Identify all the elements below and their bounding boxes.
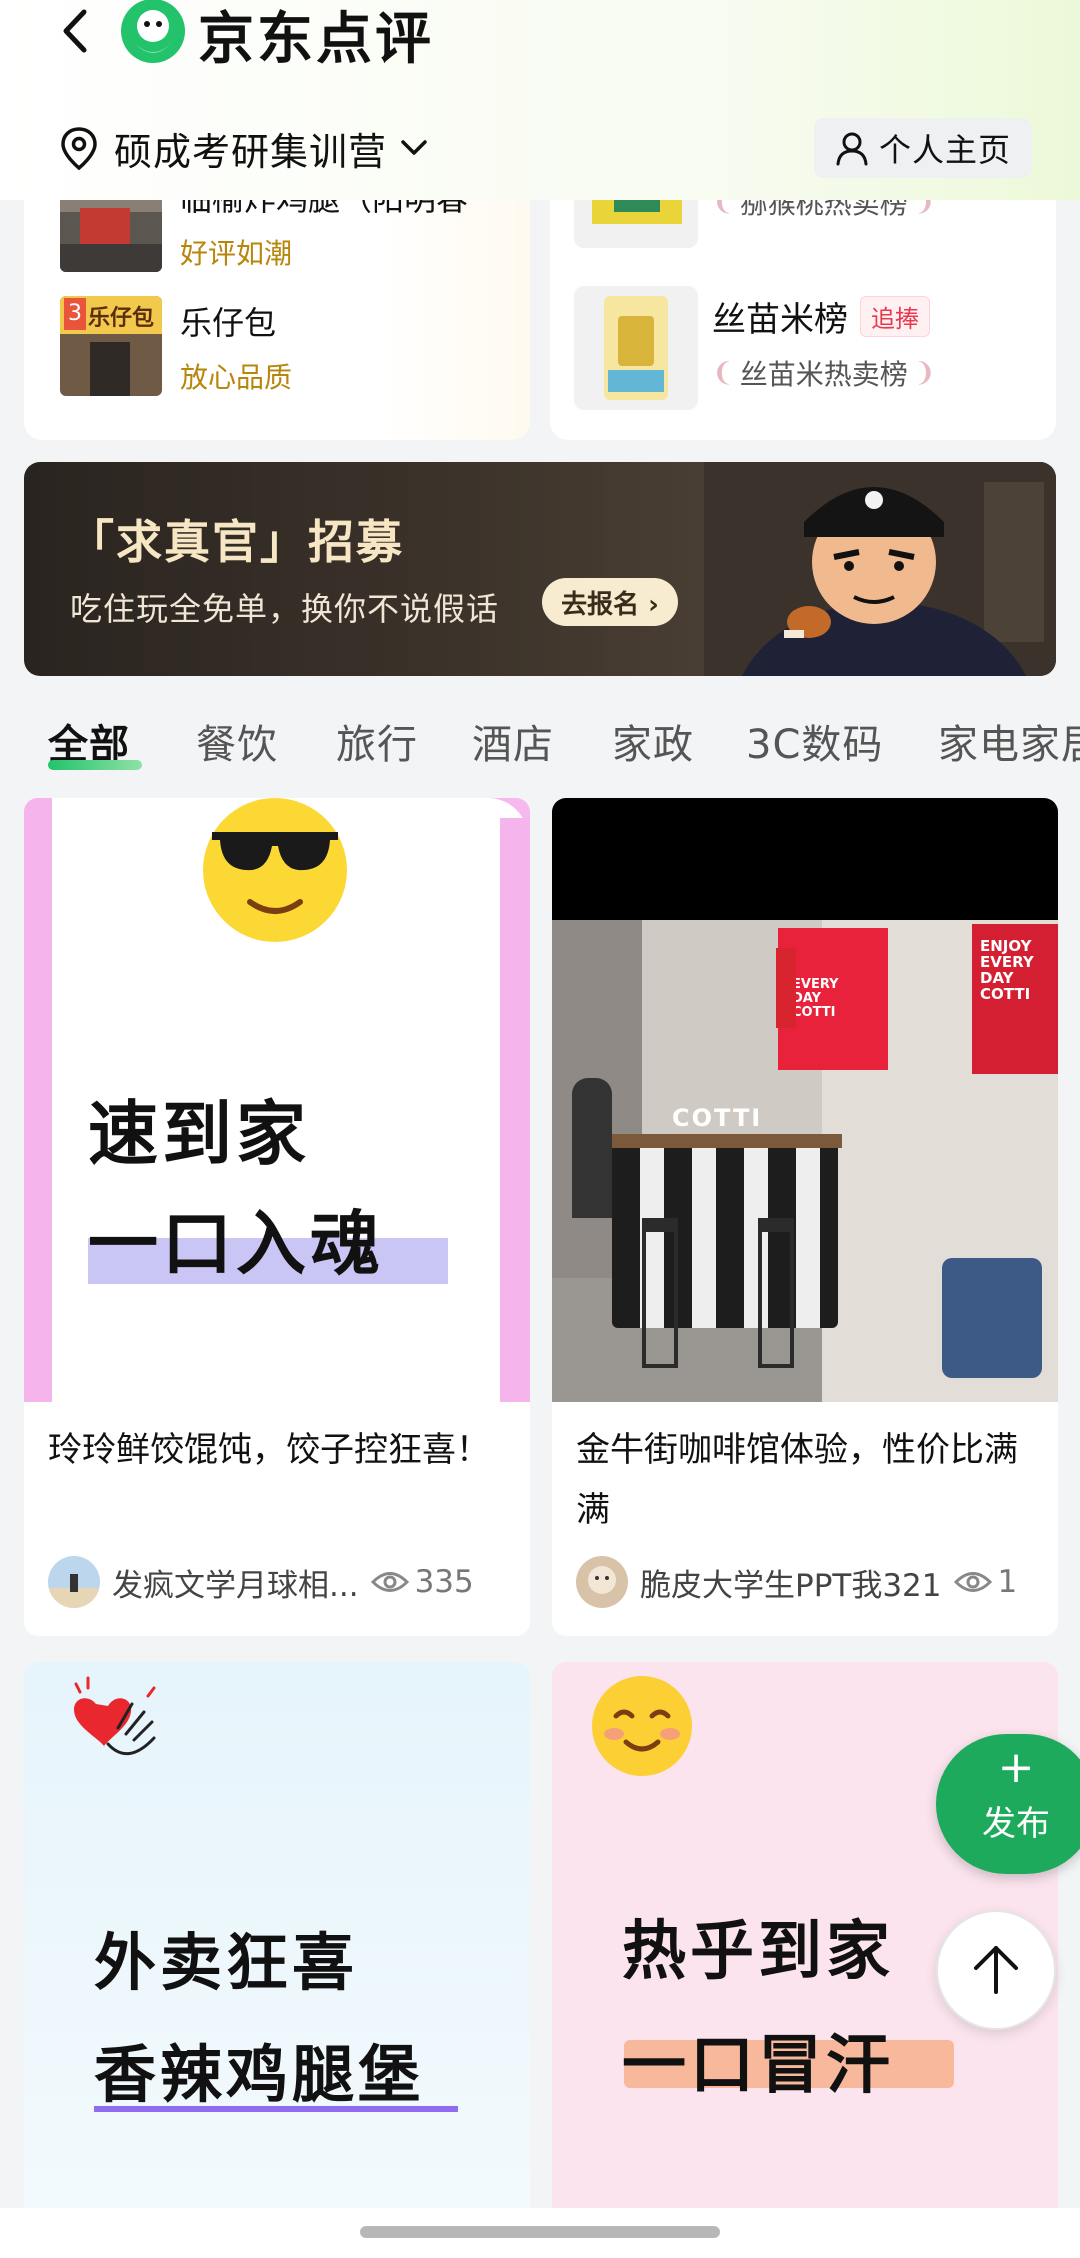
cover-line-2: 一口冒汗: [622, 2029, 894, 2103]
cover-line-1: 热乎到家: [622, 1915, 894, 1989]
tab-travel[interactable]: 旅行: [336, 712, 418, 770]
feed-cover: 外卖狂喜 香辣鸡腿堡: [24, 1662, 530, 2222]
back-to-top-button[interactable]: [936, 1910, 1056, 2030]
eye-icon: [953, 1572, 992, 1592]
shop-tag: 放心品质: [180, 361, 293, 394]
tab-hotel[interactable]: 酒店: [472, 712, 554, 770]
user-icon: [836, 132, 868, 166]
ranking-label: 丝苗米热卖榜: [739, 358, 908, 391]
tab-housekeeping[interactable]: 家政: [612, 712, 694, 770]
feed-title: 玲玲鲜饺馄饨，饺子控狂喜！: [48, 1430, 490, 1470]
feed-meta: 脆皮大学生PPT我321 1: [576, 1554, 1056, 1610]
category-tabs: 全部 餐饮 旅行 酒店 家政 3C数码 家电家居: [0, 700, 1080, 780]
publish-label: 发布: [982, 1804, 1050, 1844]
cover-line-2: 香辣鸡腿堡: [94, 2038, 425, 2111]
feed-title: 金牛街咖啡馆体验，性价比满满: [576, 1430, 1018, 1530]
location-name: 硕成考研集训营: [114, 129, 388, 174]
poster-text: EVERY DAY COTTI: [792, 977, 839, 1020]
feed-card[interactable]: EVERY DAY COTTI ENJOY EVERY DAY COTTI CO…: [552, 798, 1058, 1636]
location-pin-icon: [61, 127, 97, 171]
cover-line-1: 外卖狂喜: [94, 1926, 359, 1999]
avatar[interactable]: [48, 1556, 100, 1608]
tab-food[interactable]: 餐饮: [196, 712, 278, 770]
mascot-illustration: [704, 462, 1056, 676]
hot-badge: 追捧: [860, 296, 930, 337]
feed-meta: 发疯文学月球相... 335: [48, 1554, 528, 1610]
feed-cover: 速到家 一口入魂: [24, 798, 530, 1402]
cover-line-1: 速到家: [88, 1093, 310, 1175]
home-indicator[interactable]: [360, 2226, 720, 2238]
shop-name: 乐仔包: [180, 304, 277, 342]
shop-item[interactable]: 3 乐仔包 乐仔包 放心品质: [60, 296, 292, 396]
recruit-banner[interactable]: 「求真官」招募 吃住玩全免单，换你不说假话 去报名 ›: [24, 462, 1056, 676]
banner-subtitle: 吃住玩全免单，换你不说假话: [70, 590, 500, 628]
feed-card[interactable]: 外卖狂喜 香辣鸡腿堡: [24, 1662, 530, 2222]
laurel-right-icon: ❩: [913, 358, 936, 388]
active-tab-indicator: [48, 760, 142, 770]
sunglasses-emoji-icon: [203, 798, 347, 942]
tab-appliances[interactable]: 家电家居: [938, 712, 1080, 770]
shop-rank-number: 3: [64, 298, 86, 330]
product-thumbnail: [574, 286, 698, 410]
product-item[interactable]: 丝苗米榜 追捧 ❨ 丝苗米热卖榜 ❩: [574, 286, 936, 410]
poster-text: ENJOY EVERY DAY COTTI: [980, 937, 1034, 1003]
top-header: 京东点评 硕成考研集训营 个人主页: [0, 0, 1080, 200]
chevron-down-icon: [401, 140, 427, 155]
heart-hand-icon: [74, 1676, 156, 1755]
tab-electronics[interactable]: 3C数码: [746, 712, 883, 770]
feed-card[interactable]: 速到家 一口入魂 玲玲鲜饺馄饨，饺子控狂喜！ 发疯文学月球相... 335: [24, 798, 530, 1636]
arrow-up-icon: [974, 1946, 1018, 1994]
author-name: 脆皮大学生PPT我321: [640, 1567, 942, 1604]
smiling-emoji-icon: [592, 1676, 692, 1776]
dianping-logo-icon: [121, 0, 185, 63]
avatar[interactable]: [576, 1556, 628, 1608]
shop-thumbnail: 3 乐仔包: [60, 296, 162, 396]
location-selector[interactable]: 硕成考研集训营: [58, 120, 429, 176]
view-count: 1: [997, 1564, 1018, 1600]
back-arrow-icon[interactable]: [56, 6, 96, 56]
publish-button[interactable]: + 发布: [936, 1734, 1080, 1874]
product-name: 丝苗米榜: [712, 300, 848, 340]
laurel-left-icon: ❨: [712, 358, 734, 388]
brand-title: 京东点评: [198, 7, 434, 72]
banner-title: 「求真官」招募: [68, 515, 404, 569]
author-name: 发疯文学月球相...: [112, 1567, 359, 1604]
signup-button[interactable]: 去报名 ›: [542, 578, 678, 626]
counter-logo-text: COTTI: [672, 1104, 763, 1132]
eye-icon: [370, 1572, 409, 1592]
view-count: 335: [414, 1564, 474, 1600]
profile-button[interactable]: 个人主页: [814, 118, 1032, 178]
feed-cover: EVERY DAY COTTI ENJOY EVERY DAY COTTI CO…: [552, 798, 1058, 1402]
profile-label: 个人主页: [878, 131, 1011, 169]
plus-icon: +: [997, 1742, 1035, 1793]
cover-line-2: 一口入魂: [88, 1203, 384, 1285]
shop-tag: 好评如潮: [180, 237, 293, 270]
shop-sign-text: 乐仔包: [88, 306, 155, 331]
